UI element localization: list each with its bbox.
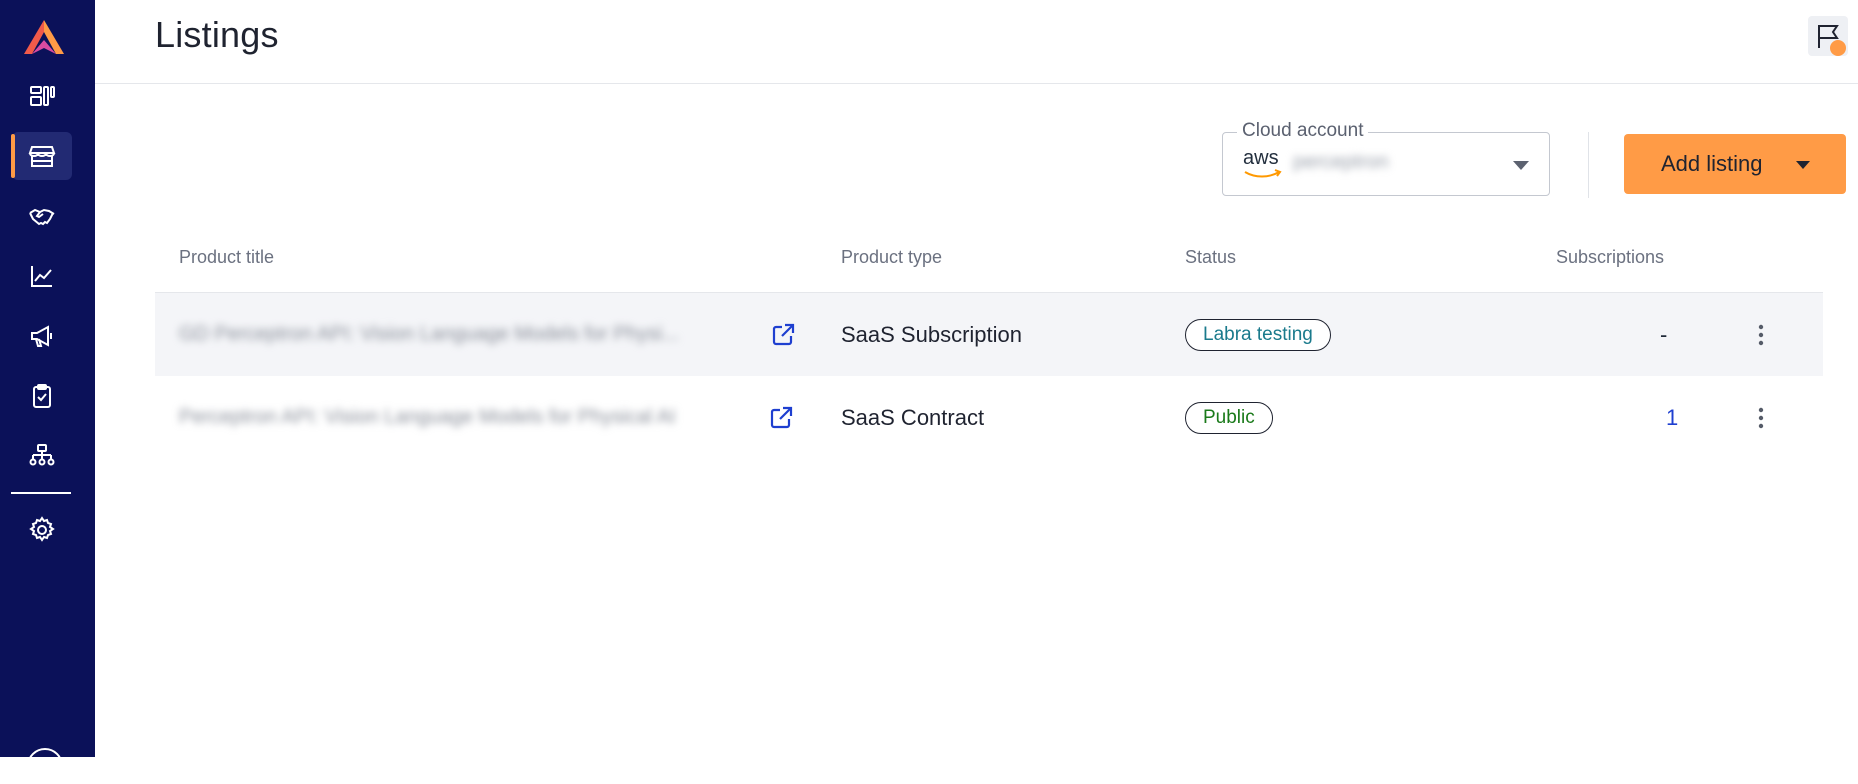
column-header-product-type[interactable]: Product type xyxy=(841,247,942,268)
product-title-cell: GD Perceptron API: Vision Language Model… xyxy=(179,293,749,376)
column-header-status[interactable]: Status xyxy=(1185,247,1236,268)
external-link-cell xyxy=(770,293,796,376)
table-header: Product title Product type Status Subscr… xyxy=(155,230,1823,293)
product-title-cell: Perceptron API: Vision Language Models f… xyxy=(179,376,749,459)
toolbar-divider xyxy=(1588,132,1589,198)
product-title[interactable]: Perceptron API: Vision Language Models f… xyxy=(179,406,749,429)
sidebar-divider xyxy=(11,492,71,494)
status-cell: Public xyxy=(1185,376,1273,459)
sidebar-item-tasks[interactable] xyxy=(12,372,72,420)
row-actions-cell xyxy=(1747,293,1775,376)
sidebar xyxy=(0,0,95,784)
row-actions-cell xyxy=(1747,376,1775,459)
org-chart-icon xyxy=(29,444,55,466)
status-cell: Labra testing xyxy=(1185,293,1331,376)
table-row[interactable]: Perceptron API: Vision Language Models f… xyxy=(155,376,1823,459)
product-type-cell: SaaS Contract xyxy=(841,376,984,459)
status-badge: Public xyxy=(1185,401,1273,434)
sidebar-item-partners[interactable] xyxy=(12,192,72,240)
dashboard-icon xyxy=(30,86,55,106)
listings-table: Product title Product type Status Subscr… xyxy=(155,230,1823,459)
product-type: SaaS Contract xyxy=(841,404,985,430)
product-type: SaaS Subscription xyxy=(841,321,1022,347)
more-vertical-icon[interactable] xyxy=(1747,321,1775,349)
avatar[interactable] xyxy=(27,748,63,784)
page-title: Listings xyxy=(155,14,279,55)
caret-down-icon xyxy=(1796,161,1810,169)
sidebar-item-dashboard[interactable] xyxy=(12,72,72,120)
table-row[interactable]: GD Perceptron API: Vision Language Model… xyxy=(155,293,1823,376)
cloud-account-value: perceptron xyxy=(1293,151,1389,173)
sidebar-item-listings[interactable] xyxy=(11,132,72,180)
notification-dot xyxy=(1830,40,1846,56)
add-listing-button[interactable]: Add listing xyxy=(1624,134,1846,194)
handshake-icon xyxy=(29,208,55,226)
labra-logo-icon[interactable] xyxy=(22,18,66,56)
status-badge: Labra testing xyxy=(1185,318,1331,351)
sidebar-item-marketing[interactable] xyxy=(12,312,72,360)
cloud-account-select[interactable]: Cloud account aws perceptron xyxy=(1222,120,1550,196)
megaphone-icon xyxy=(31,325,52,347)
page-header: Listings xyxy=(95,0,1858,84)
sidebar-item-analytics[interactable] xyxy=(12,252,72,300)
add-listing-label: Add listing xyxy=(1661,151,1763,176)
storefront-icon xyxy=(28,146,56,167)
chevron-down-icon xyxy=(1513,161,1529,170)
subscriptions-count: - xyxy=(1660,321,1668,347)
gear-icon xyxy=(29,516,55,542)
column-header-subscriptions[interactable]: Subscriptions xyxy=(1556,247,1664,268)
column-header-product-title[interactable]: Product title xyxy=(179,247,274,268)
sidebar-item-settings[interactable] xyxy=(12,506,72,554)
product-title[interactable]: GD Perceptron API: Vision Language Model… xyxy=(179,323,749,346)
more-vertical-icon[interactable] xyxy=(1747,404,1775,432)
clipboard-check-icon xyxy=(33,384,51,408)
line-chart-icon xyxy=(31,266,52,287)
external-link-cell xyxy=(768,376,794,459)
feedback-flag-button[interactable] xyxy=(1808,16,1848,56)
external-link-icon[interactable] xyxy=(770,322,796,348)
external-link-icon[interactable] xyxy=(768,405,794,431)
subscriptions-cell: - xyxy=(1660,293,1667,376)
aws-logo-icon: aws xyxy=(1243,147,1283,181)
subscriptions-count-link[interactable]: 1 xyxy=(1666,405,1678,431)
product-type-cell: SaaS Subscription xyxy=(841,293,1022,376)
subscriptions-cell: 1 xyxy=(1666,376,1678,459)
cloud-account-label: Cloud account xyxy=(1237,120,1369,142)
sidebar-item-hierarchy[interactable] xyxy=(12,432,72,480)
